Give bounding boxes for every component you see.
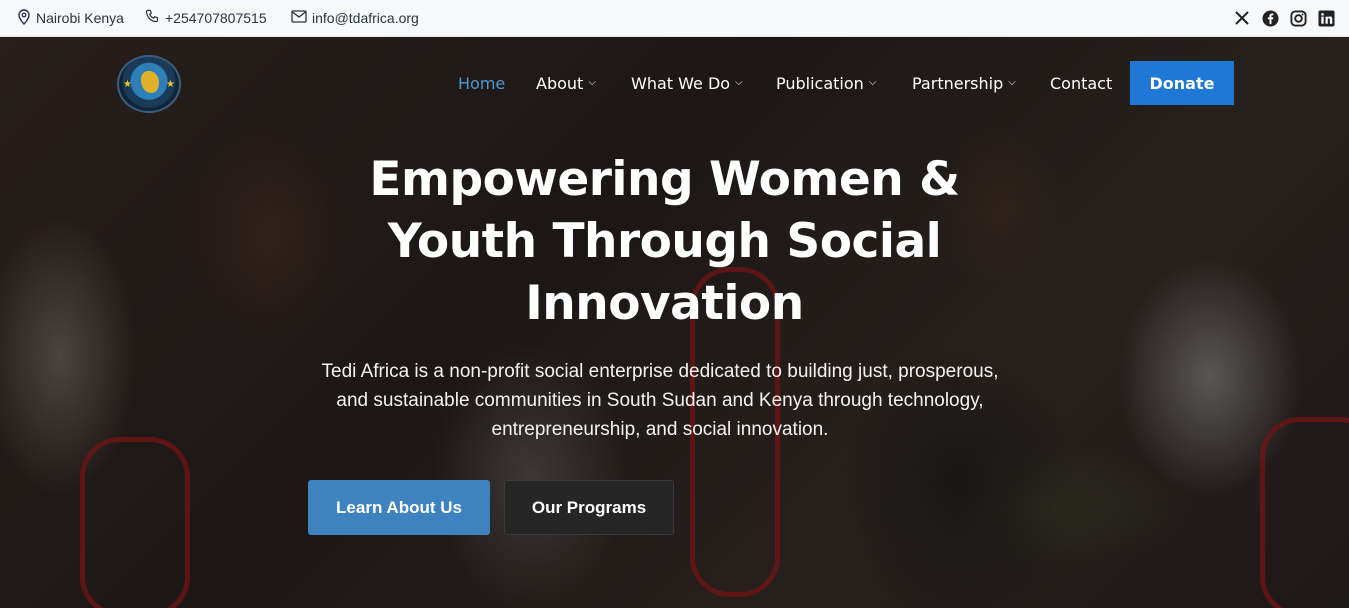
nav-about-label: About (536, 73, 584, 93)
nav-home-label: Home (458, 73, 506, 93)
nav-partnership-label: Partnership (912, 73, 1004, 93)
email-text: info@tdafrica.org (312, 10, 419, 26)
nav-home[interactable]: Home (458, 61, 505, 105)
chevron-down-icon: ⌵ (735, 76, 743, 88)
nav-publication-label: Publication (776, 73, 864, 93)
phone-icon (145, 9, 165, 27)
hero-headline-line: Empowering Women & (369, 152, 960, 207)
nav-what-we-do-label: What We Do (631, 73, 731, 93)
hero-headline-line: Youth Through Social (387, 214, 942, 269)
top-contact-bar: Nairobi Kenya +254707807515 info@tdafric… (0, 0, 1349, 37)
facebook-icon[interactable] (1261, 9, 1279, 27)
hero-description: Tedi Africa is a non-profit social enter… (310, 357, 1010, 444)
email-link[interactable]: info@tdafrica.org (291, 0, 419, 36)
hero-description-line: and sustainable communities in South Sud… (336, 390, 984, 411)
star-icon: ★ (166, 79, 175, 90)
hero-headline-line: Innovation (525, 276, 804, 331)
phone-text: +254707807515 (165, 10, 267, 26)
instagram-icon[interactable] (1289, 9, 1307, 27)
linkedin-icon[interactable] (1317, 9, 1335, 27)
chevron-down-icon: ⌵ (1008, 76, 1016, 88)
chevron-down-icon: ⌵ (588, 76, 596, 88)
location-pin-icon (17, 8, 36, 28)
x-icon[interactable] (1233, 9, 1251, 27)
donate-button[interactable]: Donate (1130, 61, 1234, 105)
phone-link[interactable]: +254707807515 (145, 0, 267, 36)
hero-description-line: Tedi Africa is a non-profit social enter… (321, 361, 999, 382)
hero-description-line: entrepreneurship, and social innovation. (491, 419, 829, 440)
hero-section: ★ ★ Home About ⌵ What We Do ⌵ Publicatio… (0, 37, 1349, 608)
hero-headline: Empowering Women & Youth Through Social … (330, 149, 999, 335)
nav-partnership[interactable]: Partnership ⌵ (912, 61, 1016, 105)
site-logo[interactable]: ★ ★ (117, 55, 181, 113)
location-info: Nairobi Kenya (17, 0, 124, 36)
nav-what-we-do[interactable]: What We Do ⌵ (631, 61, 743, 105)
star-icon: ★ (123, 79, 132, 90)
location-text: Nairobi Kenya (36, 10, 124, 26)
our-programs-button[interactable]: Our Programs (504, 480, 674, 535)
social-links (1233, 0, 1335, 36)
nav-about[interactable]: About ⌵ (536, 61, 596, 105)
chevron-down-icon: ⌵ (868, 76, 877, 88)
africa-map-icon (141, 71, 159, 93)
nav-publication[interactable]: Publication ⌵ (776, 61, 876, 105)
nav-contact-label: Contact (1050, 73, 1113, 93)
envelope-icon (291, 10, 312, 26)
learn-about-us-button[interactable]: Learn About Us (308, 480, 490, 535)
nav-contact[interactable]: Contact (1050, 61, 1112, 105)
